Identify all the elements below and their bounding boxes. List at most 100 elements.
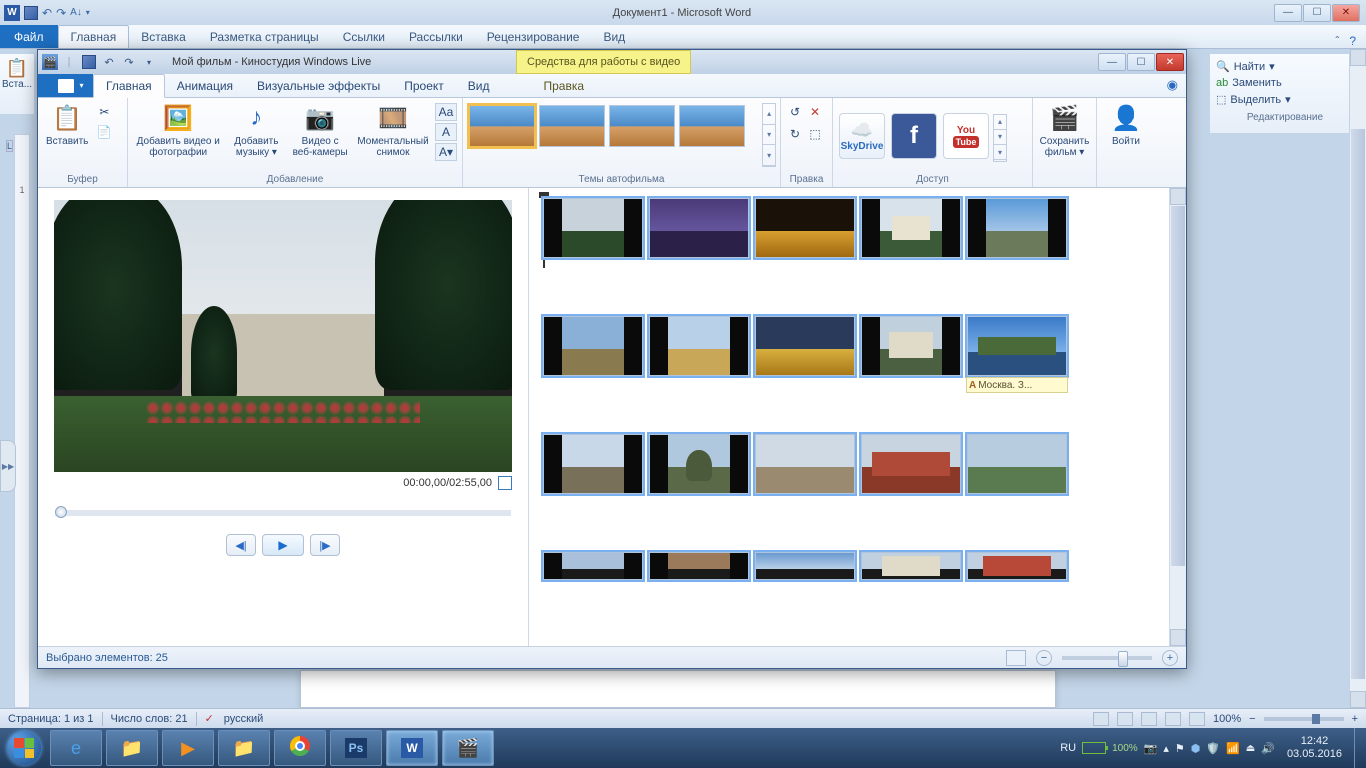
tray-expand-icon[interactable]: ▴ <box>1163 742 1169 755</box>
storyboard-scrollbar[interactable] <box>1169 188 1186 646</box>
paste-button[interactable]: 📋 Вставить <box>42 100 92 149</box>
mm-save-icon[interactable] <box>80 53 98 71</box>
word-tab-home[interactable]: Главная <box>58 25 130 48</box>
scroll-down-icon[interactable]: ▾ <box>763 125 775 146</box>
mm-file-menu[interactable] <box>38 74 93 97</box>
mm-zoom-out-button[interactable]: − <box>1036 650 1052 666</box>
task-ie[interactable]: e <box>50 730 102 766</box>
theme-tile-4[interactable] <box>679 105 745 147</box>
storyboard-view-button[interactable] <box>1006 650 1026 666</box>
usb-icon[interactable]: ⏏ <box>1246 743 1255 754</box>
add-music-button[interactable]: ♪ Добавить музыку ▾ <box>227 100 287 160</box>
mm-minimize-button[interactable]: — <box>1098 53 1126 71</box>
zoom-out-button[interactable]: − <box>1249 713 1255 725</box>
sb-clip-5[interactable] <box>967 198 1067 258</box>
sb-clip-6[interactable] <box>543 316 643 376</box>
theme-tile-2[interactable] <box>539 105 605 147</box>
mm-maximize-button[interactable]: ☐ <box>1127 53 1155 71</box>
select-button[interactable]: ⬚Выделить ▾ <box>1216 91 1354 108</box>
add-media-button[interactable]: 🖼️ Добавить видео и фотографии <box>132 100 225 160</box>
clock[interactable]: 12:42 03.05.2016 <box>1281 735 1348 761</box>
share-scroll[interactable]: ▴▾▾ <box>993 114 1007 162</box>
rotate-left-button[interactable]: ↺ <box>786 103 804 121</box>
mm-close-button[interactable]: ✕ <box>1156 53 1184 71</box>
mm-tab-view[interactable]: Вид <box>456 75 502 97</box>
skydrive-button[interactable]: ☁️SkyDrive <box>839 113 885 159</box>
sb-clip-20[interactable] <box>967 552 1067 580</box>
sb-scroll-down[interactable] <box>1170 629 1186 646</box>
panel-expander[interactable]: ▶▶ <box>0 440 16 492</box>
mm-undo-icon[interactable]: ↶ <box>100 53 118 71</box>
credits-button[interactable]: A▾ <box>435 143 457 161</box>
play-button[interactable]: ▶ <box>262 534 304 556</box>
view-web-button[interactable] <box>1141 712 1157 726</box>
help-icon[interactable]: ? <box>1349 34 1356 48</box>
task-word[interactable]: W <box>386 730 438 766</box>
webcam-button[interactable]: 📷 Видео с веб-камеры <box>288 100 352 160</box>
delete-button[interactable]: ✕ <box>806 103 824 121</box>
caption-button[interactable]: A <box>435 123 457 141</box>
scroll-up-icon[interactable]: ▴ <box>763 104 775 125</box>
theme-tile-3[interactable] <box>609 105 675 147</box>
prev-frame-button[interactable]: ◀| <box>226 534 256 556</box>
status-language[interactable]: русский <box>224 713 263 725</box>
replace-button[interactable]: abЗаменить <box>1216 75 1354 91</box>
zoom-slider[interactable] <box>1264 717 1344 721</box>
word-tab-review[interactable]: Рецензирование <box>475 25 592 48</box>
sb-clip-3[interactable] <box>755 198 855 258</box>
sb-clip-12[interactable] <box>649 434 749 494</box>
close-button[interactable]: ✕ <box>1332 4 1360 22</box>
task-moviemaker[interactable]: 🎬 <box>442 730 494 766</box>
preview-video[interactable] <box>54 200 512 472</box>
seek-thumb[interactable] <box>55 506 67 518</box>
sb-caption[interactable]: AМосква. З... <box>966 377 1068 393</box>
task-photoshop[interactable]: Ps <box>330 730 382 766</box>
word-tab-mailings[interactable]: Рассылки <box>397 25 475 48</box>
maximize-button[interactable]: ☐ <box>1303 4 1331 22</box>
task-explorer[interactable]: 📁 <box>106 730 158 766</box>
qat-icon[interactable]: А↓ <box>70 7 82 18</box>
mm-tab-project[interactable]: Проект <box>392 75 456 97</box>
expand-icon[interactable]: ▾ <box>763 145 775 166</box>
mm-tab-home[interactable]: Главная <box>93 74 165 98</box>
seek-bar[interactable] <box>55 510 511 516</box>
scroll-down-icon[interactable] <box>1350 691 1366 708</box>
ruler-tab-icon[interactable]: L <box>6 140 13 152</box>
select-all-button[interactable]: ⬚ <box>806 125 824 143</box>
sb-clip-2[interactable] <box>649 198 749 258</box>
mm-tab-edit[interactable]: Правка <box>531 75 596 97</box>
theme-scroll[interactable]: ▴▾▾ <box>762 103 776 167</box>
status-words[interactable]: Число слов: 21 <box>111 713 188 725</box>
rotate-right-button[interactable]: ↻ <box>786 125 804 143</box>
word-paste-button[interactable]: Вста... <box>2 79 32 90</box>
task-explorer2[interactable]: 📁 <box>218 730 270 766</box>
word-scrollbar[interactable] <box>1349 49 1366 708</box>
mm-tab-animation[interactable]: Анимация <box>165 75 245 97</box>
redo-icon[interactable]: ↷ <box>56 6 66 20</box>
scroll-thumb[interactable] <box>1351 129 1365 679</box>
snapshot-button[interactable]: 🎞️ Моментальный снимок <box>354 100 432 160</box>
mm-redo-icon[interactable]: ↷ <box>120 53 138 71</box>
find-button[interactable]: 🔍Найти ▾ <box>1216 58 1354 75</box>
sb-clip-16[interactable] <box>543 552 643 580</box>
facebook-button[interactable]: f <box>891 113 937 159</box>
sb-clip-14[interactable] <box>861 434 961 494</box>
sb-clip-9[interactable] <box>861 316 961 376</box>
view-draft-button[interactable] <box>1189 712 1205 726</box>
sb-clip-18[interactable] <box>755 552 855 580</box>
signin-button[interactable]: 👤Войти <box>1101 100 1151 149</box>
word-tab-refs[interactable]: Ссылки <box>331 25 397 48</box>
sb-clip-7[interactable] <box>649 316 749 376</box>
volume-icon[interactable]: 🔊 <box>1261 742 1275 755</box>
save-icon[interactable] <box>24 6 38 20</box>
sb-clip-15[interactable] <box>967 434 1067 494</box>
word-tab-layout[interactable]: Разметка страницы <box>198 25 331 48</box>
next-frame-button[interactable]: |▶ <box>310 534 340 556</box>
mm-help-icon[interactable]: ◉ <box>1159 73 1186 97</box>
sb-clip-13[interactable] <box>755 434 855 494</box>
sb-clip-8[interactable] <box>755 316 855 376</box>
view-outline-button[interactable] <box>1165 712 1181 726</box>
sb-scroll-thumb[interactable] <box>1171 206 1185 566</box>
start-button[interactable] <box>0 728 48 768</box>
language-indicator[interactable]: RU <box>1060 742 1076 754</box>
